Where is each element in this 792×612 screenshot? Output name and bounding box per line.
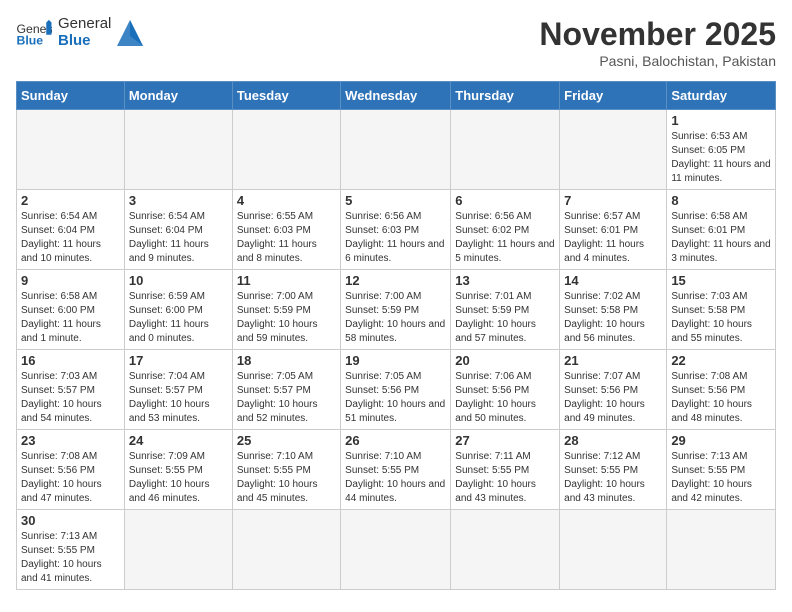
empty-cell — [232, 110, 340, 190]
page-header: General Blue General Blue November 2025 … — [16, 16, 776, 69]
day-19: 19 Sunrise: 7:05 AMSunset: 5:56 PMDaylig… — [341, 350, 451, 430]
empty-cell — [667, 510, 776, 590]
day-29: 29 Sunrise: 7:13 AMSunset: 5:55 PMDaylig… — [667, 430, 776, 510]
calendar-row-3: 9 Sunrise: 6:58 AMSunset: 6:00 PMDayligh… — [17, 270, 776, 350]
empty-cell — [124, 110, 232, 190]
svg-text:Blue: Blue — [17, 33, 44, 47]
day-5: 5 Sunrise: 6:56 AMSunset: 6:03 PMDayligh… — [341, 190, 451, 270]
header-sunday: Sunday — [17, 82, 125, 110]
calendar-row-2: 2 Sunrise: 6:54 AMSunset: 6:04 PMDayligh… — [17, 190, 776, 270]
day-22: 22 Sunrise: 7:08 AMSunset: 5:56 PMDaylig… — [667, 350, 776, 430]
day-28: 28 Sunrise: 7:12 AMSunset: 5:55 PMDaylig… — [560, 430, 667, 510]
day-21: 21 Sunrise: 7:07 AMSunset: 5:56 PMDaylig… — [560, 350, 667, 430]
header-thursday: Thursday — [451, 82, 560, 110]
day-6: 6 Sunrise: 6:56 AMSunset: 6:02 PMDayligh… — [451, 190, 560, 270]
day-18: 18 Sunrise: 7:05 AMSunset: 5:57 PMDaylig… — [232, 350, 340, 430]
day-14: 14 Sunrise: 7:02 AMSunset: 5:58 PMDaylig… — [560, 270, 667, 350]
empty-cell — [560, 110, 667, 190]
day-15: 15 Sunrise: 7:03 AMSunset: 5:58 PMDaylig… — [667, 270, 776, 350]
day-4: 4 Sunrise: 6:55 AMSunset: 6:03 PMDayligh… — [232, 190, 340, 270]
day-7: 7 Sunrise: 6:57 AMSunset: 6:01 PMDayligh… — [560, 190, 667, 270]
calendar-row-1: 1 Sunrise: 6:53 AMSunset: 6:05 PMDayligh… — [17, 110, 776, 190]
day-25: 25 Sunrise: 7:10 AMSunset: 5:55 PMDaylig… — [232, 430, 340, 510]
day-11: 11 Sunrise: 7:00 AMSunset: 5:59 PMDaylig… — [232, 270, 340, 350]
day-27: 27 Sunrise: 7:11 AMSunset: 5:55 PMDaylig… — [451, 430, 560, 510]
header-friday: Friday — [560, 82, 667, 110]
calendar-table: Sunday Monday Tuesday Wednesday Thursday… — [16, 81, 776, 590]
header-tuesday: Tuesday — [232, 82, 340, 110]
header-saturday: Saturday — [667, 82, 776, 110]
day-13: 13 Sunrise: 7:01 AMSunset: 5:59 PMDaylig… — [451, 270, 560, 350]
logo-triangle-icon — [115, 18, 145, 48]
empty-cell — [451, 110, 560, 190]
logo-blue: Blue — [58, 33, 111, 50]
empty-cell — [124, 510, 232, 590]
title-block: November 2025 Pasni, Balochistan, Pakist… — [539, 16, 776, 69]
day-24: 24 Sunrise: 7:09 AMSunset: 5:55 PMDaylig… — [124, 430, 232, 510]
day-16: 16 Sunrise: 7:03 AMSunset: 5:57 PMDaylig… — [17, 350, 125, 430]
day-8: 8 Sunrise: 6:58 AMSunset: 6:01 PMDayligh… — [667, 190, 776, 270]
calendar-row-5: 23 Sunrise: 7:08 AMSunset: 5:56 PMDaylig… — [17, 430, 776, 510]
empty-cell — [341, 110, 451, 190]
day-12: 12 Sunrise: 7:00 AMSunset: 5:59 PMDaylig… — [341, 270, 451, 350]
day-23: 23 Sunrise: 7:08 AMSunset: 5:56 PMDaylig… — [17, 430, 125, 510]
day-9: 9 Sunrise: 6:58 AMSunset: 6:00 PMDayligh… — [17, 270, 125, 350]
day-10: 10 Sunrise: 6:59 AMSunset: 6:00 PMDaylig… — [124, 270, 232, 350]
empty-cell — [232, 510, 340, 590]
logo-general: General — [58, 16, 111, 33]
logo: General Blue General Blue — [16, 16, 145, 49]
calendar-row-6: 30 Sunrise: 7:13 AMSunset: 5:55 PMDaylig… — [17, 510, 776, 590]
empty-cell — [341, 510, 451, 590]
month-title: November 2025 — [539, 16, 776, 53]
logo-icon: General Blue — [16, 19, 52, 47]
day-1: 1 Sunrise: 6:53 AMSunset: 6:05 PMDayligh… — [667, 110, 776, 190]
empty-cell — [17, 110, 125, 190]
day-17: 17 Sunrise: 7:04 AMSunset: 5:57 PMDaylig… — [124, 350, 232, 430]
calendar-row-4: 16 Sunrise: 7:03 AMSunset: 5:57 PMDaylig… — [17, 350, 776, 430]
day-26: 26 Sunrise: 7:10 AMSunset: 5:55 PMDaylig… — [341, 430, 451, 510]
day-3: 3 Sunrise: 6:54 AMSunset: 6:04 PMDayligh… — [124, 190, 232, 270]
header-wednesday: Wednesday — [341, 82, 451, 110]
weekday-header-row: Sunday Monday Tuesday Wednesday Thursday… — [17, 82, 776, 110]
empty-cell — [560, 510, 667, 590]
day-20: 20 Sunrise: 7:06 AMSunset: 5:56 PMDaylig… — [451, 350, 560, 430]
header-monday: Monday — [124, 82, 232, 110]
day-2: 2 Sunrise: 6:54 AMSunset: 6:04 PMDayligh… — [17, 190, 125, 270]
empty-cell — [451, 510, 560, 590]
location-subtitle: Pasni, Balochistan, Pakistan — [539, 53, 776, 69]
day-30: 30 Sunrise: 7:13 AMSunset: 5:55 PMDaylig… — [17, 510, 125, 590]
